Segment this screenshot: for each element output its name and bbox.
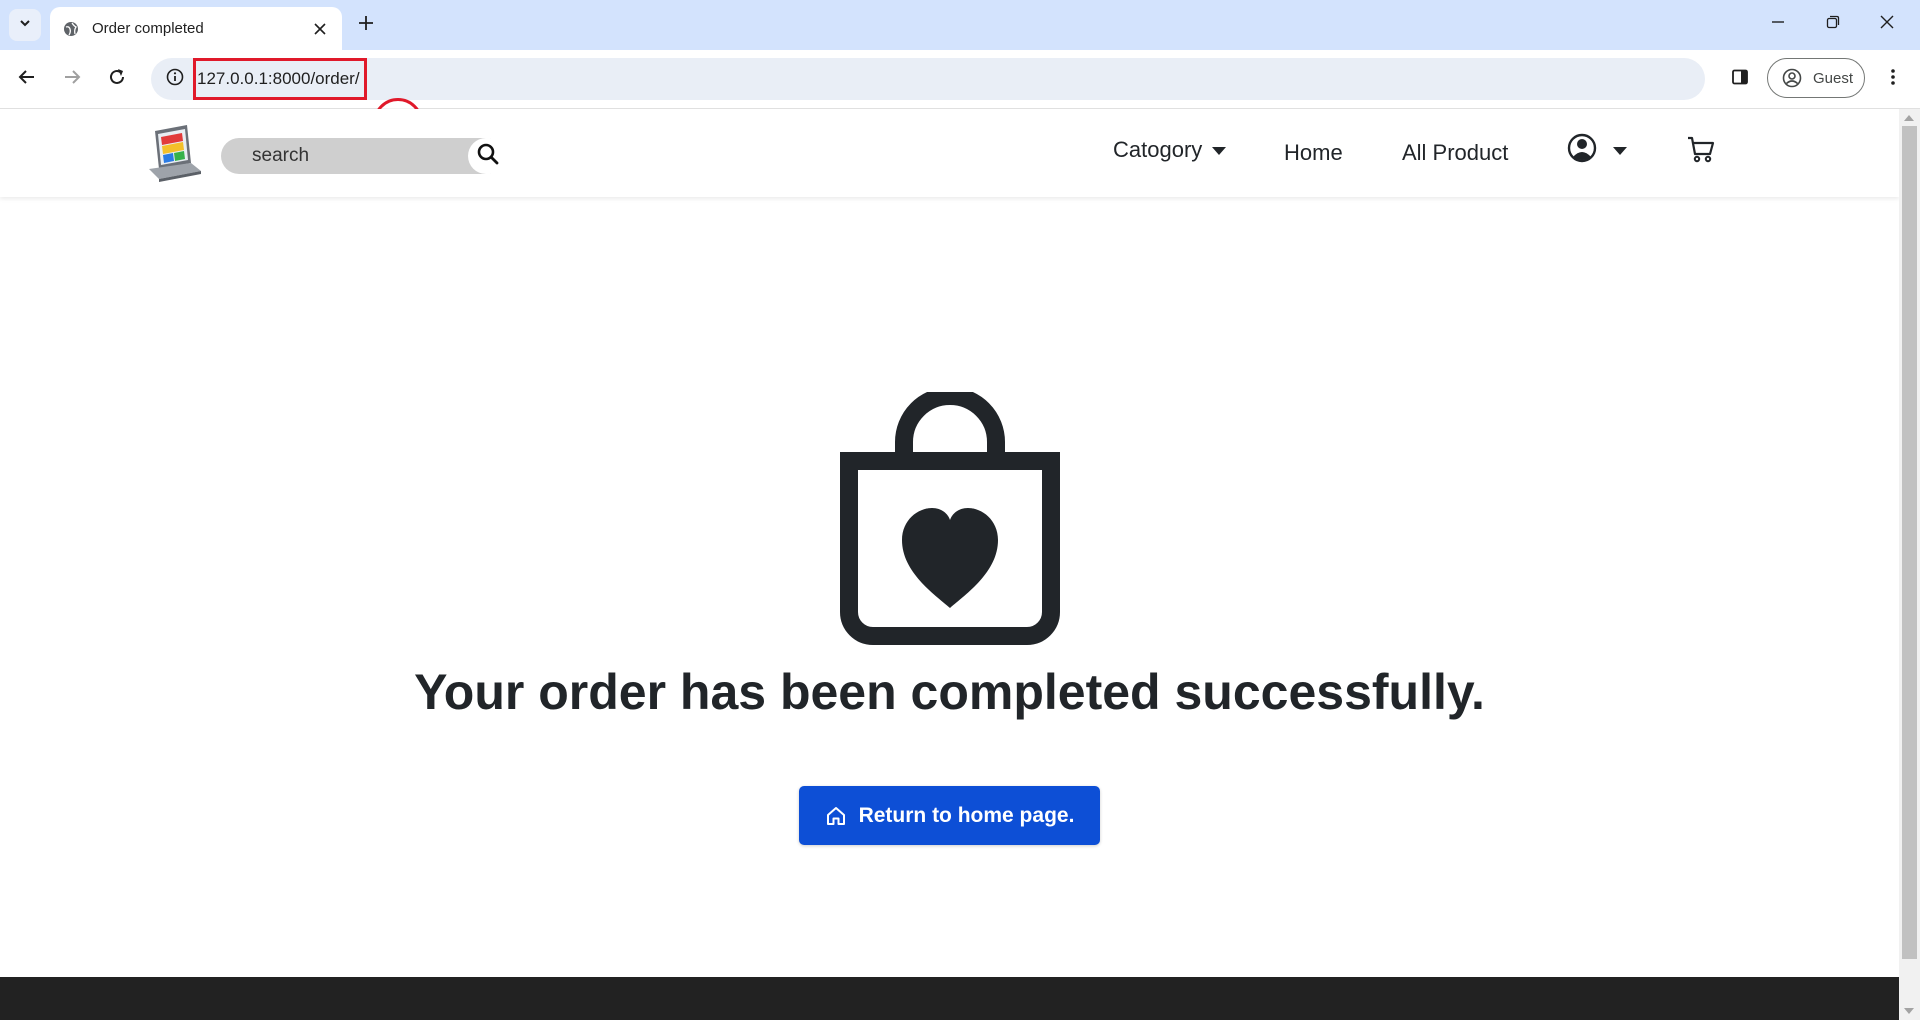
- category-label: Catogory: [1113, 137, 1203, 162]
- close-window-button[interactable]: [1867, 8, 1907, 40]
- scrollbar-thumb[interactable]: [1902, 126, 1917, 959]
- cart-icon: [1686, 136, 1716, 168]
- caret-down-icon: [1613, 146, 1627, 155]
- search-icon: [476, 142, 500, 171]
- address-bar[interactable]: 127.0.0.1:8000/order/: [151, 58, 1705, 100]
- house-icon: [825, 805, 847, 827]
- scroll-up-arrow-icon[interactable]: [1904, 115, 1914, 121]
- return-home-button[interactable]: Return to home page.: [799, 786, 1100, 845]
- order-success-title: Your order has been completed successful…: [414, 664, 1485, 720]
- scroll-down-arrow-icon[interactable]: [1904, 1008, 1914, 1014]
- tab-title: Order completed: [92, 20, 204, 37]
- chevron-down-icon: [18, 16, 32, 35]
- profile-label: Guest: [1813, 69, 1854, 87]
- reload-icon: [108, 68, 126, 91]
- profile-button[interactable]: Guest: [1767, 58, 1865, 98]
- site-info-button[interactable]: [159, 63, 191, 95]
- globe-icon: [62, 20, 80, 38]
- account-icon: [1781, 67, 1803, 89]
- site-logo[interactable]: [147, 123, 203, 183]
- search-input[interactable]: [221, 138, 491, 174]
- category-dropdown[interactable]: Catogory: [1113, 133, 1227, 167]
- page-viewport: Catogory Home All Product Your order has…: [0, 109, 1899, 1020]
- search-button[interactable]: [468, 138, 508, 174]
- reload-button[interactable]: [101, 63, 133, 95]
- close-icon: [1880, 15, 1894, 34]
- shopping-bag-heart-icon: [838, 387, 1062, 646]
- caret-down-icon: [1212, 147, 1227, 156]
- back-icon: [18, 68, 36, 91]
- cart-button[interactable]: [1686, 134, 1718, 166]
- side-panel-button[interactable]: [1724, 63, 1756, 95]
- user-dropdown[interactable]: [1567, 133, 1627, 168]
- page-scrollbar[interactable]: [1899, 109, 1920, 1020]
- user-icon: [1567, 133, 1597, 168]
- back-button[interactable]: [11, 63, 43, 95]
- minimize-button[interactable]: [1758, 8, 1798, 40]
- more-vert-icon: [1890, 68, 1896, 91]
- forward-icon: [63, 68, 81, 91]
- minimize-icon: [1771, 15, 1785, 34]
- close-icon[interactable]: [308, 17, 332, 41]
- forward-button[interactable]: [56, 63, 88, 95]
- site-footer: [0, 977, 1899, 1020]
- search-bar: [221, 138, 508, 174]
- plus-icon: [358, 15, 374, 36]
- nav-home-link[interactable]: Home: [1284, 136, 1343, 170]
- info-icon: [166, 68, 184, 91]
- restore-icon: [1826, 15, 1840, 34]
- new-tab-button[interactable]: [352, 11, 380, 39]
- restore-button[interactable]: [1813, 8, 1853, 40]
- tab-search-button[interactable]: [9, 9, 41, 41]
- browser-menu-button[interactable]: [1877, 63, 1909, 95]
- site-header: Catogory Home All Product: [0, 109, 1899, 197]
- return-home-label: Return to home page.: [858, 803, 1075, 827]
- url-highlight-box: [193, 58, 367, 100]
- side-panel-icon: [1731, 68, 1749, 91]
- nav-all-product-link[interactable]: All Product: [1402, 136, 1508, 170]
- browser-tab-bar: Order completed: [0, 0, 1920, 50]
- browser-tab-active[interactable]: Order completed: [50, 7, 342, 50]
